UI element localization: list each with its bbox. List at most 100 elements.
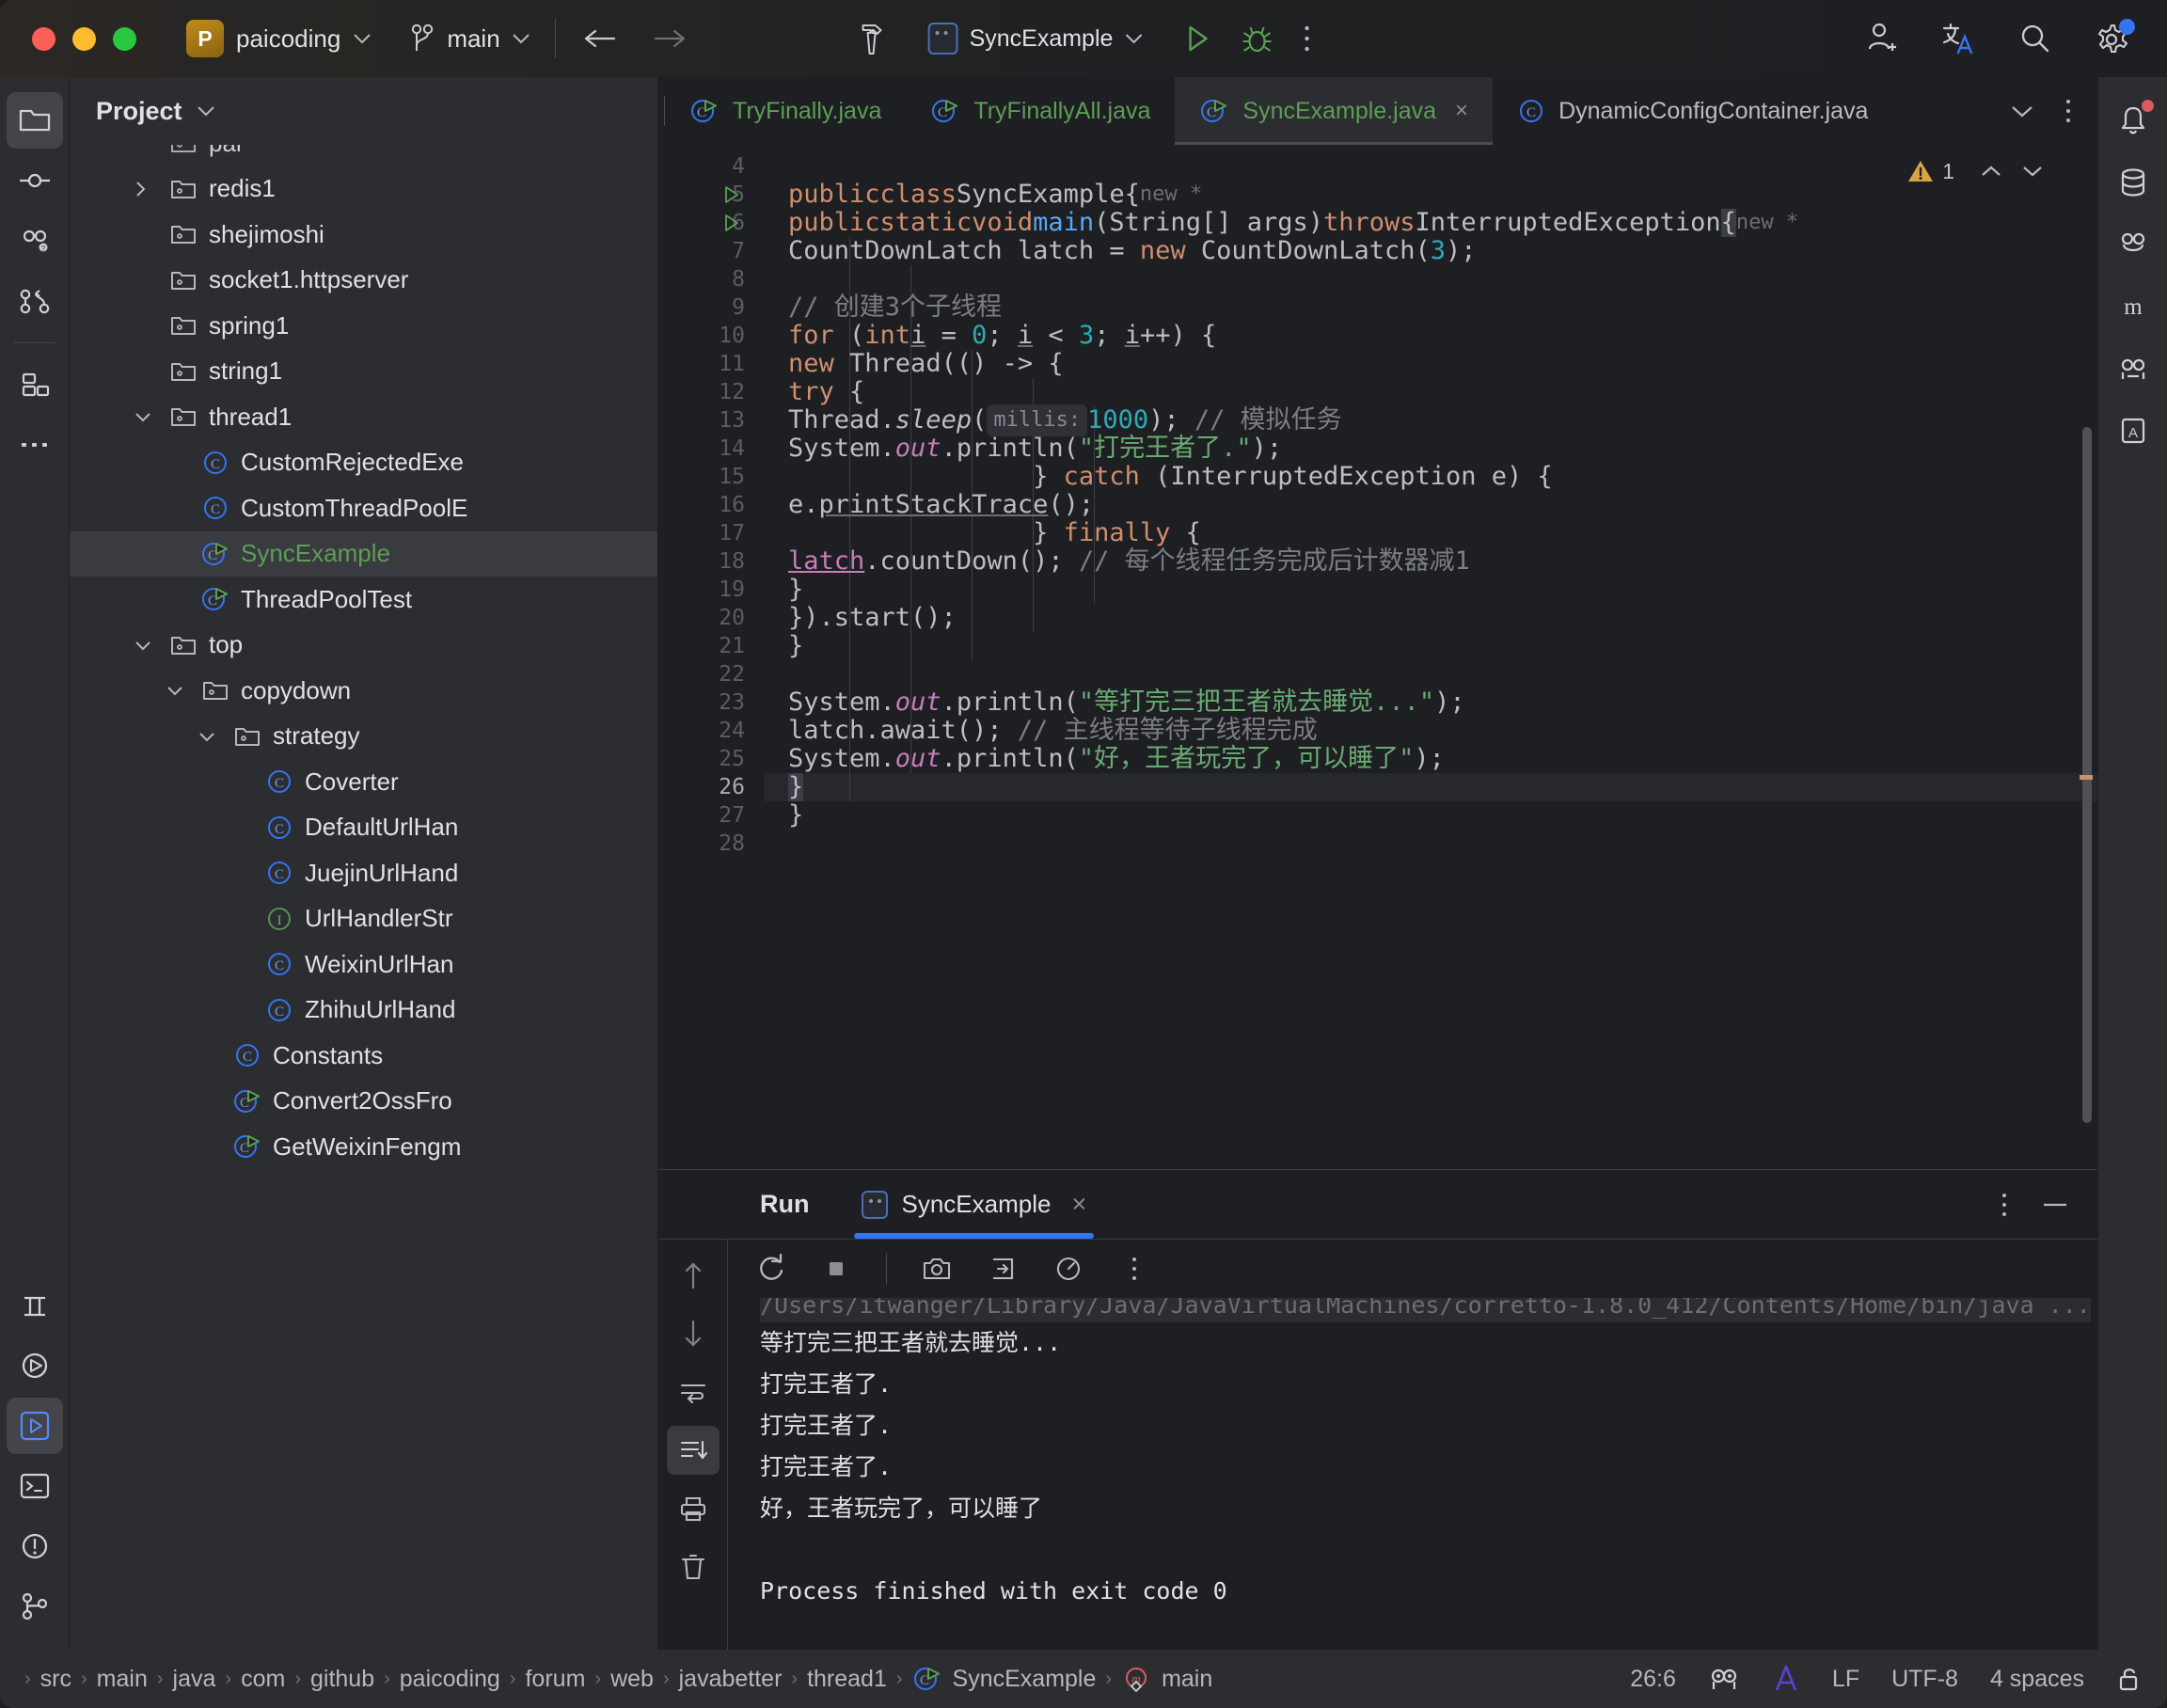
sidebar-item-run-anything[interactable] — [7, 1337, 63, 1394]
console-output[interactable]: /Users/itwanger/Library/Java/JavaVirtual… — [728, 1298, 2097, 1650]
previous-problem-icon[interactable] — [1979, 164, 2003, 179]
run-gutter-icon[interactable] — [720, 181, 741, 209]
export-icon[interactable] — [981, 1247, 1024, 1290]
add-user-icon[interactable] — [1862, 20, 1900, 57]
tree-item[interactable]: spring1 — [70, 303, 657, 349]
tree-item[interactable]: par — [70, 145, 657, 166]
code-line[interactable]: } — [764, 773, 803, 801]
breadcrumb[interactable]: ›src›main›java›com›github›paicoding›foru… — [24, 1665, 1222, 1693]
notifications-icon[interactable] — [2105, 92, 2161, 149]
navigate-forward-button[interactable] — [652, 24, 689, 53]
code-line[interactable]: try { — [764, 378, 864, 406]
tree-item[interactable]: CConstants — [70, 1033, 657, 1079]
code-line[interactable]: } — [764, 632, 803, 660]
caret-position[interactable]: 26:6 — [1630, 1666, 1676, 1693]
inspection-widget[interactable]: 1 — [1906, 158, 2045, 184]
sidebar-item-terminal[interactable] — [7, 1458, 63, 1514]
tree-item[interactable]: CCustomRejectedExe — [70, 440, 657, 486]
next-problem-icon[interactable] — [2020, 164, 2045, 179]
soft-wrap-icon[interactable] — [667, 1368, 720, 1416]
inspections-icon[interactable] — [1708, 1664, 1740, 1694]
hammer-icon[interactable] — [855, 20, 891, 57]
breadcrumb-item[interactable]: main — [87, 1666, 157, 1693]
sidebar-item-problems[interactable] — [7, 1518, 63, 1574]
tree-item[interactable]: copydown — [70, 668, 657, 714]
scroll-down-icon[interactable] — [667, 1309, 720, 1358]
maven-icon[interactable] — [2105, 216, 2161, 273]
code-line[interactable]: // 创建3个子线程 — [764, 293, 1002, 322]
search-icon[interactable] — [2017, 20, 2054, 57]
tree-item[interactable]: thread1 — [70, 394, 657, 440]
sidebar-item-commit[interactable] — [7, 152, 63, 209]
code-line[interactable]: System.out.println("好，王者玩完了，可以睡了"); — [764, 745, 1445, 773]
breadcrumb-item[interactable]: forum — [515, 1666, 594, 1693]
tree-twisty[interactable] — [134, 410, 166, 423]
run-gutter-icon[interactable] — [720, 209, 741, 237]
sidebar-item-project[interactable] — [7, 92, 63, 149]
code-line[interactable]: } catch (InterruptedException e) { — [764, 463, 1553, 491]
error-stripe-marker[interactable] — [2080, 775, 2093, 780]
branch-selector[interactable]: main — [409, 23, 530, 55]
tree-twisty[interactable] — [166, 684, 198, 697]
code-line[interactable]: new Thread(() -> { — [764, 350, 1064, 378]
chevron-down-icon[interactable] — [196, 104, 216, 118]
tree-item[interactable]: CJuejinUrlHand — [70, 850, 657, 896]
file-encoding[interactable]: UTF-8 — [1891, 1666, 1958, 1693]
clear-all-icon[interactable] — [667, 1542, 720, 1591]
sidebar-item-version-control[interactable] — [7, 273, 63, 329]
more-vertical-icon[interactable] — [1301, 23, 1312, 55]
code-line[interactable]: e.printStackTrace(); — [764, 491, 1094, 519]
stop-icon[interactable] — [815, 1247, 858, 1290]
close-tab-icon[interactable]: × — [1455, 98, 1468, 124]
debug-icon[interactable] — [1241, 22, 1273, 55]
breadcrumb-item[interactable]: com — [231, 1666, 294, 1693]
editor-tab-tryfinally[interactable]: CTryFinally.java — [665, 77, 906, 145]
tree-item[interactable]: CDefaultUrlHan — [70, 805, 657, 851]
breadcrumb-item[interactable]: javabetter — [670, 1666, 792, 1693]
sidebar-item-pull-requests[interactable]: ? — [7, 213, 63, 269]
code-line[interactable]: } — [764, 801, 803, 830]
tree-twisty[interactable] — [198, 730, 229, 743]
scroll-up-icon[interactable] — [667, 1251, 720, 1300]
run-icon[interactable] — [1180, 22, 1212, 55]
code-line[interactable]: System.out.println("等打完三把王者就去睡觉..."); — [764, 688, 1465, 717]
tree-item[interactable]: CThreadPoolTest — [70, 577, 657, 623]
bookmarks-icon[interactable]: A — [2105, 403, 2161, 459]
m-icon[interactable]: m — [2105, 278, 2161, 335]
editor-tab-dynamicconfigcontainer[interactable]: CDynamicConfigContainer.java — [1493, 77, 1892, 145]
run-tab-syncexample[interactable]: SyncExample × — [850, 1170, 1098, 1239]
profiler-icon[interactable] — [1047, 1247, 1090, 1290]
lock-icon[interactable] — [2116, 1664, 2143, 1694]
window-controls[interactable] — [32, 27, 136, 51]
ai-assistant-icon[interactable] — [1772, 1663, 1800, 1695]
sidebar-item-more-tool-windows[interactable] — [7, 417, 63, 473]
chevron-down-icon[interactable] — [2009, 103, 2035, 119]
navigate-back-button[interactable] — [580, 24, 618, 53]
more-vertical-icon[interactable] — [2064, 97, 2073, 125]
tree-item[interactable]: top — [70, 623, 657, 669]
print-icon[interactable] — [667, 1484, 720, 1533]
code-line[interactable]: } finally { — [764, 519, 1201, 547]
breadcrumb-item[interactable]: paicoding — [390, 1666, 510, 1693]
minimize-icon[interactable] — [2041, 1199, 2069, 1210]
minimize-window-button[interactable] — [72, 27, 96, 51]
tree-item[interactable]: CConvert2OssFro — [70, 1079, 657, 1125]
tree-twisty[interactable] — [134, 639, 166, 652]
sidebar-item-run[interactable] — [7, 1398, 63, 1454]
tree-item-selected[interactable]: CSyncExample — [70, 531, 657, 577]
editor-tab-tryfinallyall[interactable]: CTryFinallyAll.java — [906, 77, 1175, 145]
code-line[interactable]: public static void main(String[] args) t… — [764, 209, 1798, 237]
project-tree[interactable]: parredis1shejimoshisocket1.httpserverspr… — [70, 145, 657, 1650]
code-line[interactable]: Thread.sleep( millis: 1000); // 模拟任务 — [764, 406, 1342, 435]
run-configuration-selector[interactable]: SyncExample — [919, 18, 1153, 59]
tree-twisty[interactable] — [134, 180, 166, 198]
tree-item[interactable]: CWeixinUrlHan — [70, 941, 657, 988]
code-line[interactable]: CountDownLatch latch = new CountDownLatc… — [764, 237, 1477, 265]
tree-item[interactable]: strategy — [70, 714, 657, 760]
translate-icon[interactable] — [1939, 20, 1977, 57]
code-line[interactable]: latch.await(); // 主线程等待子线程完成 — [764, 717, 1318, 745]
code-viewport[interactable]: public class SyncExample { new * public … — [764, 145, 2097, 1169]
code-line[interactable]: System.out.println("打完王者了."); — [764, 435, 1282, 463]
tree-item[interactable]: IUrlHandlerStr — [70, 896, 657, 942]
editor-tab-syncexample[interactable]: ×CSyncExample.java — [1175, 77, 1493, 145]
